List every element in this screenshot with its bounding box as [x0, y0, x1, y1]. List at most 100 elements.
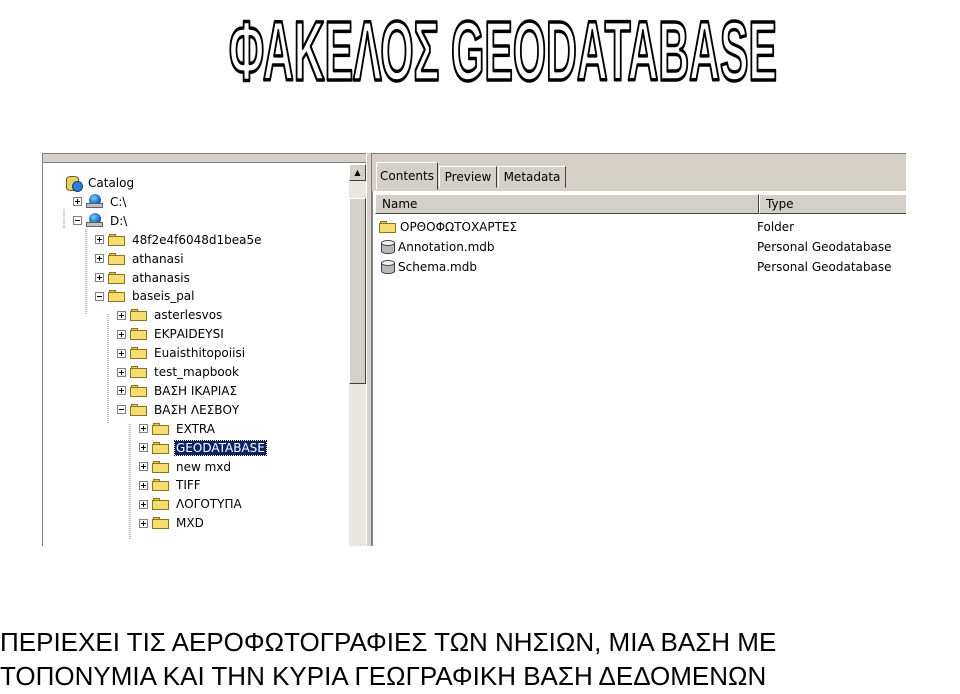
catalog-tree-pane: Catalog C:\ D:\ 48f2e4f6048d1bea5e athanasi a… — [42, 153, 366, 546]
tree-node[interactable]: ΕΚΡΑΙDEYSI — [117, 325, 225, 343]
column-header-label: Type — [766, 197, 794, 211]
tree-node-label: ΒΑΣΗ ΙΚΑΡΙΑΣ — [154, 383, 238, 398]
tree-node[interactable]: ΒΑΣΗ ΛΕΣΒΟΥ — [117, 401, 240, 419]
tree-node[interactable]: athanasis — [95, 269, 191, 287]
expand-plus-icon[interactable] — [95, 273, 104, 282]
tree-node[interactable]: ΛΟΓΟΤΥΠΑ — [139, 495, 243, 513]
expand-plus-icon[interactable] — [139, 443, 148, 453]
heading-text: ΦΑΚΕΛΟΣ GEODATABASE — [229, 4, 777, 90]
scroll-up-button[interactable]: ▲ — [349, 164, 366, 181]
expand-plus-icon[interactable] — [95, 254, 104, 264]
tree-node[interactable]: Euaisthitopoiisi — [117, 344, 246, 362]
tree-node[interactable]: new mxd — [139, 458, 232, 476]
expand-plus-icon[interactable] — [95, 235, 104, 245]
tab-label: Contents — [380, 169, 434, 183]
tree-node[interactable]: 48f2e4f6048d1bea5e — [95, 231, 263, 249]
tree-node-label: TIFF — [176, 478, 201, 493]
database-icon — [379, 239, 395, 255]
folder-icon — [152, 497, 170, 511]
tree-node-label: C:\ — [110, 194, 127, 209]
folder-icon — [130, 346, 148, 360]
tree-node[interactable]: GEODATABASE — [139, 439, 267, 457]
tree-vertical-scrollbar[interactable]: ▲ — [349, 164, 366, 546]
expand-plus-icon[interactable] — [139, 480, 148, 490]
tree-node-label: Euaisthitopoiisi — [154, 346, 246, 361]
arccatalog-window: Catalog C:\ D:\ 48f2e4f6048d1bea5e athanasi a… — [42, 153, 906, 546]
tree-node[interactable]: baseis_pal — [95, 287, 196, 305]
tab-preview[interactable]: Preview — [439, 166, 497, 188]
expand-plus-icon[interactable] — [117, 329, 126, 339]
tree-node[interactable]: C:\ — [73, 193, 127, 211]
folder-icon — [108, 289, 126, 303]
contents-pane: Contents Preview Metadata Name Type ΟΡΘΟ… — [372, 153, 906, 546]
tab-label: Metadata — [503, 170, 561, 184]
tree-node[interactable]: ΒΑΣΗ ΙΚΑΡΙΑΣ — [117, 382, 238, 400]
contents-list: Name Type ΟΡΘΟΦΩΤΟΧΑΡΤΕΣ Folder Annotation… — [372, 191, 906, 546]
tree-node-label: Catalog — [88, 176, 135, 190]
scroll-thumb[interactable] — [349, 198, 366, 384]
file-name: Schema.mdb — [398, 260, 477, 274]
tree-node-label: asterlesvos — [154, 308, 223, 323]
file-name-cell: Schema.mdb — [379, 259, 757, 275]
tree-node-label: MXD — [176, 516, 204, 531]
drive-icon — [86, 194, 104, 209]
tab-metadata[interactable]: Metadata — [498, 166, 566, 188]
file-name-cell: ΟΡΘΟΦΩΤΟΧΑΡΤΕΣ — [379, 220, 757, 234]
folder-icon — [152, 460, 170, 474]
expand-plus-icon[interactable] — [117, 310, 126, 320]
folder-icon — [152, 516, 170, 530]
folder-icon — [108, 252, 126, 266]
list-item[interactable]: Schema.mdb Personal Geodatabase — [379, 257, 905, 277]
collapse-minus-icon[interactable] — [117, 405, 126, 415]
list-item[interactable]: Annotation.mdb Personal Geodatabase — [379, 237, 905, 257]
caption-line-1: ΠΕΡΙΕΧΕΙ ΤΙΣ ΑΕΡΟΦΩΤΟΓΡΑΦΙΕΣ ΤΩΝ ΝΗΣΙΩΝ,… — [0, 627, 777, 657]
tree-node-label: athanasis — [132, 270, 190, 285]
heading-svg: ΦΑΚΕΛΟΣ GEODATABASE — [227, 2, 779, 90]
expand-plus-icon[interactable] — [117, 348, 126, 358]
folder-icon — [152, 422, 170, 436]
catalog-icon — [64, 175, 83, 192]
arrow-up-icon: ▲ — [354, 168, 361, 177]
tree-node[interactable]: athanasi — [95, 250, 185, 268]
folder-icon — [130, 384, 148, 398]
tree-node-label: new mxd — [176, 459, 232, 474]
collapse-minus-icon[interactable] — [73, 216, 82, 226]
tree-node[interactable]: D:\ — [73, 212, 128, 230]
expand-plus-icon[interactable] — [139, 518, 148, 528]
tree-node-label: test_mapbook — [154, 365, 239, 379]
file-name-cell: Annotation.mdb — [379, 239, 757, 255]
file-name: ΟΡΘΟΦΩΤΟΧΑΡΤΕΣ — [400, 220, 518, 234]
column-header-type[interactable]: Type — [759, 194, 906, 214]
tree-node-label: athanasi — [132, 251, 184, 266]
folder-icon — [130, 308, 148, 322]
tree-node[interactable]: TIFF — [139, 476, 202, 494]
folder-icon — [379, 220, 397, 234]
expand-plus-icon[interactable] — [73, 197, 82, 207]
database-icon — [379, 259, 395, 275]
caption-line-2: ΤΟΠΟΝΥΜΙΑ ΚΑΙ ΤΗΝ ΚΥΡΙΑ ΓΕΩΓΡΑΦΙΚΗ ΒΑΣΗ … — [0, 661, 767, 691]
tree-node[interactable]: test_mapbook — [117, 363, 240, 381]
tree-node[interactable]: Catalog — [64, 174, 135, 192]
page-heading: ΦΑΚΕΛΟΣ GEODATABASE — [0, 0, 960, 90]
tree-node-label: EXTRA — [176, 421, 215, 436]
folder-icon — [108, 271, 126, 285]
expand-plus-icon[interactable] — [117, 367, 126, 377]
tree-node[interactable]: asterlesvos — [117, 306, 223, 324]
tree-node[interactable]: EXTRA — [139, 420, 216, 438]
tree-node-label: ΕΚΡΑΙDEYSI — [154, 327, 224, 342]
tree-node[interactable]: MXD — [139, 514, 205, 532]
expand-plus-icon[interactable] — [139, 424, 148, 434]
column-header-label: Name — [382, 197, 418, 211]
expand-plus-icon[interactable] — [139, 462, 148, 471]
column-header-name[interactable]: Name — [375, 194, 759, 214]
tree-node-label: 48f2e4f6048d1bea5e — [132, 232, 262, 247]
expand-plus-icon[interactable] — [117, 386, 126, 396]
folder-icon — [130, 327, 148, 341]
tab-contents[interactable]: Contents — [376, 162, 438, 190]
collapse-minus-icon[interactable] — [95, 291, 104, 301]
expand-plus-icon[interactable] — [139, 499, 148, 509]
list-item[interactable]: ΟΡΘΟΦΩΤΟΧΑΡΤΕΣ Folder — [379, 217, 905, 237]
folder-icon — [152, 441, 170, 455]
tab-strip: Contents Preview Metadata — [372, 154, 906, 192]
file-name: Annotation.mdb — [398, 240, 495, 254]
